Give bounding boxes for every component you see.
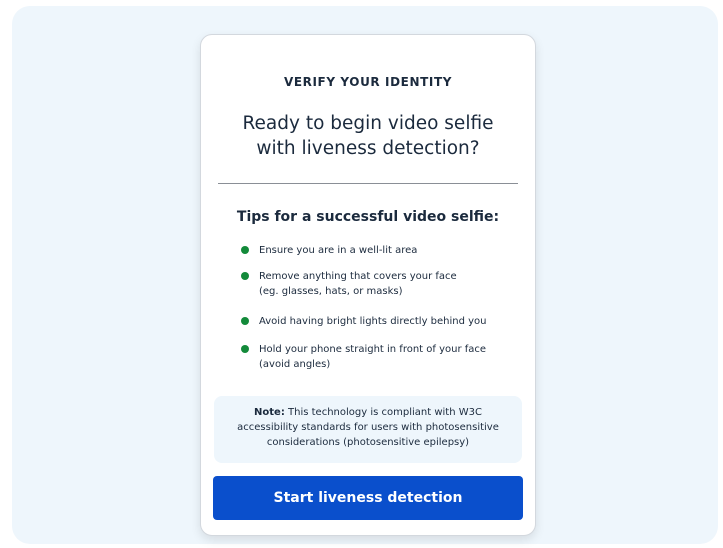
- bullet-icon: [241, 317, 249, 325]
- card-title-line-2: with liveness detection?: [256, 138, 480, 159]
- tip-item: Avoid having bright lights directly behi…: [241, 314, 523, 329]
- start-liveness-detection-button[interactable]: Start liveness detection: [213, 476, 523, 520]
- bullet-icon: [241, 246, 249, 254]
- note-text-line-1: This technology is compliant with W3C: [288, 407, 482, 418]
- note-text-line-3: considerations (photosensitive epilepsy): [266, 437, 470, 448]
- page-background: VERIFY YOUR IDENTITY Ready to begin vide…: [12, 6, 718, 544]
- tip-text: Ensure you are in a well-lit area: [259, 245, 418, 256]
- bullet-icon: [241, 272, 249, 280]
- tip-text-continued: (avoid angles): [259, 359, 331, 370]
- tip-text-continued: (eg. glasses, hats, or masks): [259, 286, 403, 297]
- divider: [218, 183, 518, 184]
- bullet-icon: [241, 345, 249, 353]
- compliance-note: Note: This technology is compliant with …: [214, 396, 522, 463]
- note-text-line-2: accessibility standards for users with p…: [237, 422, 499, 433]
- card-title: Ready to begin video selfie with livenes…: [221, 111, 515, 161]
- note-label: Note:: [254, 407, 285, 418]
- tip-item: Remove anything that covers your face (e…: [241, 269, 523, 299]
- card-title-line-1: Ready to begin video selfie: [242, 113, 494, 134]
- tip-text: Hold your phone straight in front of you…: [259, 344, 487, 355]
- tip-item: Ensure you are in a well-lit area: [241, 243, 523, 258]
- verification-card: VERIFY YOUR IDENTITY Ready to begin vide…: [200, 34, 536, 536]
- tip-item: Hold your phone straight in front of you…: [241, 342, 523, 372]
- tip-text: Avoid having bright lights directly behi…: [259, 316, 487, 327]
- tips-heading: Tips for a successful video selfie:: [236, 209, 500, 225]
- card-eyebrow: VERIFY YOUR IDENTITY: [283, 75, 453, 89]
- tip-text: Remove anything that covers your face: [259, 271, 457, 282]
